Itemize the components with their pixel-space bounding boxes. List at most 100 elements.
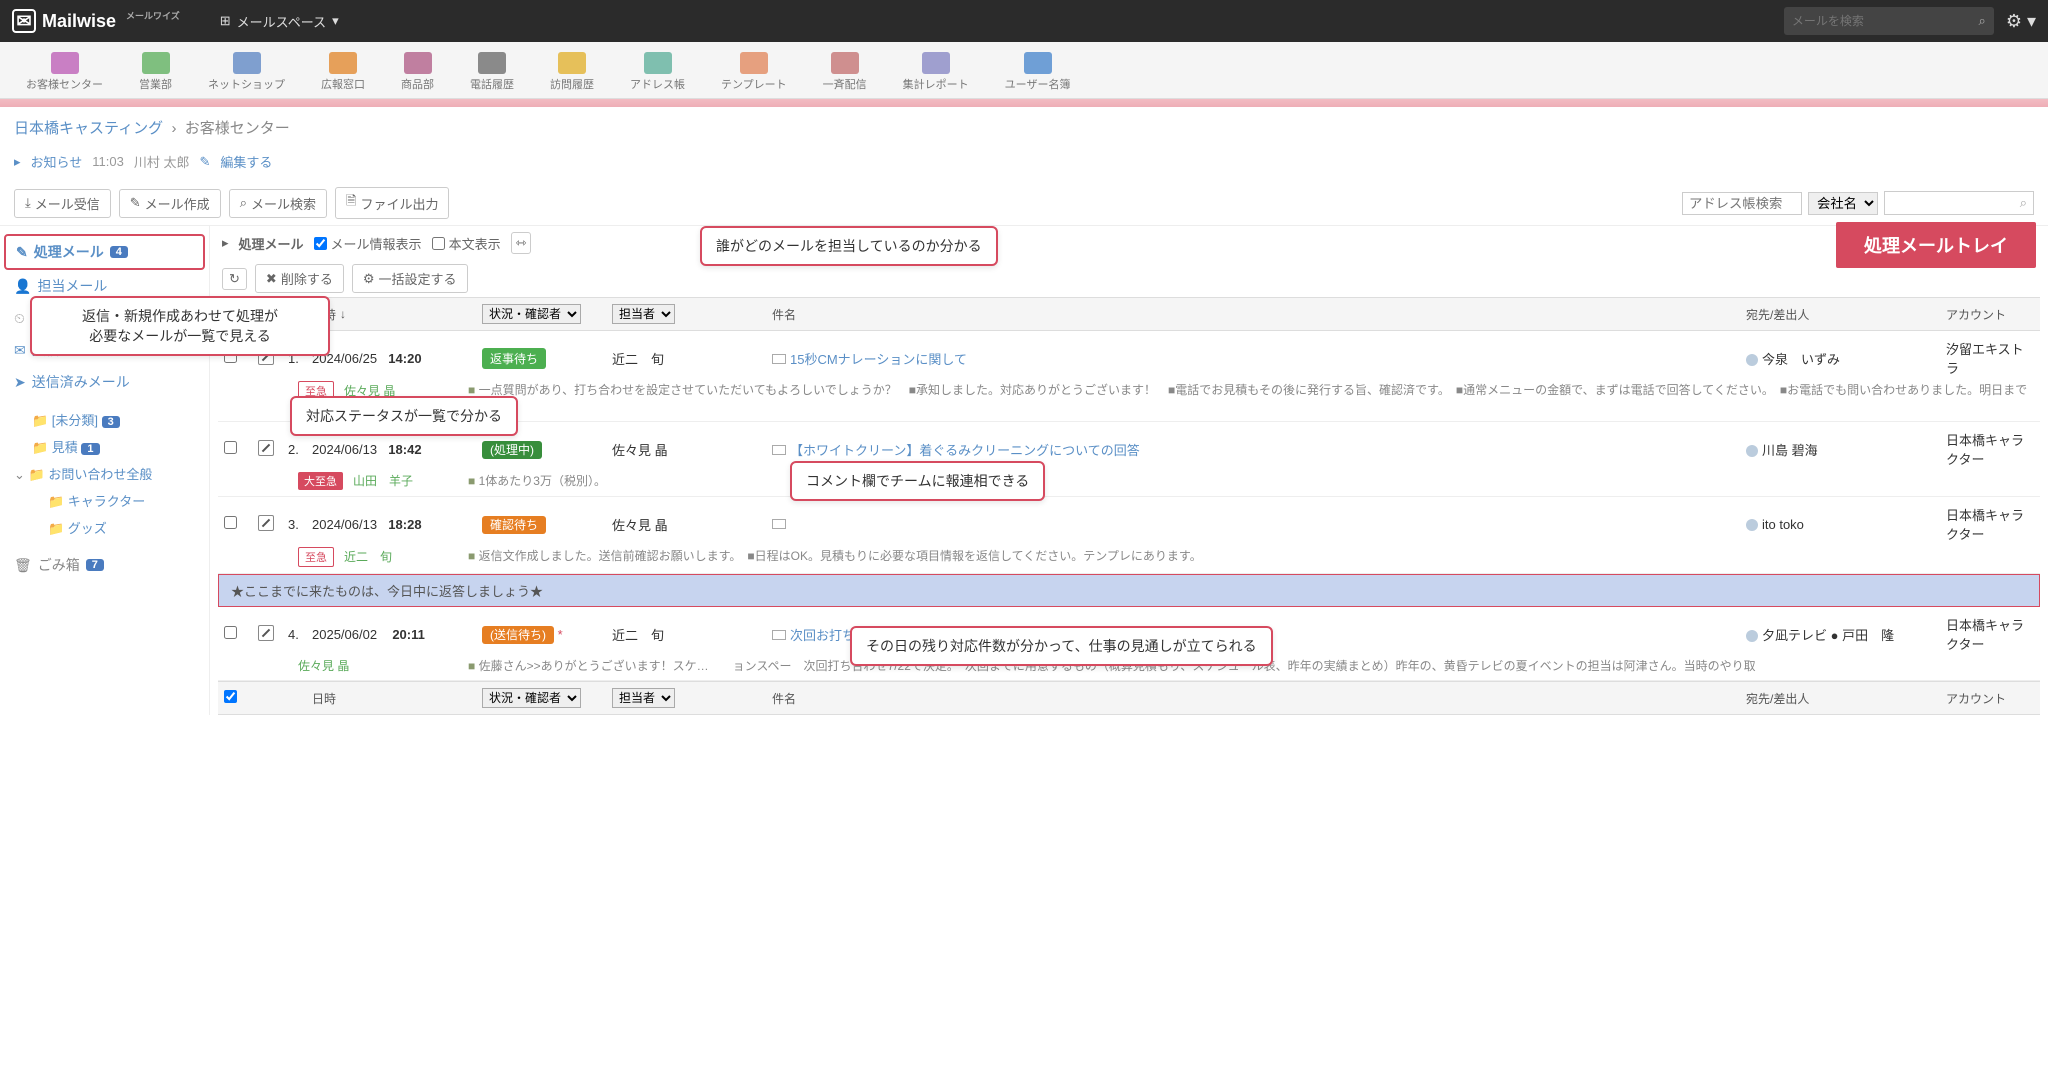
- status-select[interactable]: 状況・確認者: [482, 304, 581, 324]
- col-sender[interactable]: 宛先/差出人: [1740, 304, 1940, 325]
- appnav-item[interactable]: テンプレート: [703, 46, 805, 98]
- assignee-select[interactable]: 担当者: [612, 304, 675, 324]
- callout-2: 対応ステータスが一覧で分かる: [290, 396, 518, 436]
- appnav-item[interactable]: 商品部: [383, 46, 452, 98]
- settings-gear-icon[interactable]: ⚙ ▾: [2006, 11, 2036, 32]
- search-button[interactable]: ⌕ メール検索: [229, 189, 327, 218]
- receive-button[interactable]: ⤓ メール受信: [14, 189, 111, 218]
- product-logo: ✉ Mailwise メールワイズ: [12, 9, 180, 33]
- edit-icon[interactable]: [258, 625, 274, 641]
- separator-row: ★ここまでに来たものは、今日中に返答しましょう★: [218, 574, 2040, 607]
- appnav-item[interactable]: ユーザー名簿: [987, 46, 1089, 98]
- status-tag: 返事待ち: [482, 348, 546, 369]
- user-icon: [1746, 445, 1758, 457]
- logo-icon: ✉: [12, 9, 36, 33]
- urgent-tag: 大至急: [298, 472, 343, 490]
- row-check[interactable]: [224, 626, 237, 639]
- appnav-icon: [831, 52, 859, 74]
- compose-button[interactable]: ✎ メール作成: [119, 189, 221, 218]
- appnav-icon: [558, 52, 586, 74]
- bulk-button[interactable]: ⚙ 一括設定する: [352, 264, 468, 293]
- appnav-label: 一斉配信: [823, 76, 867, 92]
- app-nav: お客様センター営業部ネットショップ広報窓口商品部電話履歴訪問履歴 アドレス帳テンプ…: [0, 42, 2048, 99]
- row-comments: ■ 一点質問があり、打ち合わせを設定させていただいてもよろしいでしょうか？ ■承…: [468, 381, 2040, 415]
- search-icon: ⌕: [1979, 13, 1986, 29]
- appnav-label: テンプレート: [721, 76, 787, 92]
- appnav-label: 集計レポート: [903, 76, 969, 92]
- callout-title: 処理メールトレイ: [1836, 222, 2036, 268]
- breadcrumb: 日本橋キャスティング › お客様センター: [0, 107, 2048, 148]
- notice-label[interactable]: お知らせ: [31, 152, 83, 171]
- sidebar-folder[interactable]: ⌄ 📁 お問い合わせ全般: [4, 460, 205, 487]
- sidebar-sent[interactable]: ➤ 送信済みメール: [4, 366, 205, 398]
- col-account[interactable]: アカウント: [1940, 304, 2040, 325]
- appnav-item[interactable]: 一斉配信: [805, 46, 885, 98]
- product-sub: メールワイズ: [126, 9, 180, 22]
- appnav-label: 訪問履歴: [550, 76, 594, 92]
- sidebar-processing[interactable]: ✎ 処理メール 4: [4, 234, 205, 270]
- column-header: 日時 ↓ 状況・確認者 担当者 件名 宛先/差出人 アカウント: [218, 297, 2040, 331]
- sidebar-folder[interactable]: 📁 キャラクター: [4, 487, 205, 514]
- status-tag: (処理中): [482, 441, 542, 459]
- appnav-item[interactable]: お客様センター: [8, 46, 121, 98]
- sidebar-folder[interactable]: 📁 見積 1: [4, 433, 205, 460]
- subject-link[interactable]: 【ホワイトクリーン】着ぐるみクリーニングについての回答: [790, 443, 1140, 458]
- user-icon: [1746, 354, 1758, 366]
- mail-row[interactable]: 3.2024/06/13 18:28確認待ち佐々見 晶ito toko日本橋キャ…: [218, 497, 2040, 574]
- global-search[interactable]: ⌕: [1784, 7, 1994, 35]
- select-all-bottom[interactable]: [224, 690, 237, 703]
- edit-icon[interactable]: [258, 440, 274, 456]
- export-button[interactable]: 🗎 ファイル出力: [335, 187, 449, 219]
- sidebar-folder[interactable]: 📁 [未分類] 3: [4, 406, 205, 433]
- breadcrumb-section: お客様センター: [185, 120, 290, 137]
- search-icon: ⌕: [2020, 195, 2027, 211]
- refresh-icon[interactable]: ↻: [222, 268, 247, 290]
- status-tag: 確認待ち: [482, 516, 546, 534]
- mail-icon: [772, 354, 786, 364]
- mailspace-dropdown[interactable]: ⊞ メールスペース ▾: [220, 12, 339, 31]
- notice-row: ▸ お知らせ 11:03 川村 太郎 ✎ 編集する: [0, 148, 2048, 181]
- appnav-icon: [922, 52, 950, 74]
- action-row: ↻ ✖ 削除する ⚙ 一括設定する: [218, 260, 2040, 297]
- appnav-icon: [740, 52, 768, 74]
- expand-icon[interactable]: ⇿: [511, 232, 532, 254]
- row-check[interactable]: [224, 516, 237, 529]
- callout-4: コメント欄でチームに報連相できる: [790, 461, 1045, 501]
- appnav-icon: [329, 52, 357, 74]
- list-title: 処理メール: [239, 234, 304, 253]
- subject-link[interactable]: 15秒CMナレーションに関して: [790, 352, 967, 367]
- user-icon: [1746, 630, 1758, 642]
- search-input[interactable]: [1792, 14, 1979, 28]
- row-comments: ■ 1体あたり3万（税別）。: [468, 472, 2040, 489]
- appnav-item[interactable]: 営業部: [121, 46, 190, 98]
- mail-icon: [772, 630, 786, 640]
- addressbook-search[interactable]: [1682, 192, 1802, 215]
- sidebar-trash[interactable]: 🗑 ごみ箱 7: [4, 549, 205, 581]
- notice-edit[interactable]: 編集する: [220, 152, 272, 171]
- appnav-item[interactable]: アドレス帳: [612, 46, 703, 98]
- appnav-item[interactable]: 電話履歴: [452, 46, 532, 98]
- col-subject[interactable]: 件名: [766, 304, 1740, 325]
- appnav-item[interactable]: 広報窓口: [303, 46, 383, 98]
- appnav-label: ユーザー名簿: [1005, 76, 1071, 92]
- row-check[interactable]: [224, 441, 237, 454]
- appnav-icon: [644, 52, 672, 74]
- appnav-item[interactable]: 訪問履歴: [532, 46, 612, 98]
- list-header: ▸ 処理メール メール情報表示 本文表示 ⇿ ⏮ ◀ ▶: [218, 226, 2040, 260]
- appnav-item[interactable]: ネットショップ: [190, 46, 303, 98]
- appnav-item[interactable]: 集計レポート: [885, 46, 987, 98]
- delete-button[interactable]: ✖ 削除する: [255, 264, 344, 293]
- edit-icon[interactable]: [258, 515, 274, 531]
- breadcrumb-org[interactable]: 日本橋キャスティング: [14, 120, 163, 137]
- show-info-check[interactable]: メール情報表示: [314, 234, 422, 253]
- sort-icon[interactable]: ↓: [340, 307, 346, 321]
- sidebar-folder[interactable]: 📁 グッズ: [4, 514, 205, 541]
- company-select[interactable]: 会社名: [1808, 192, 1878, 215]
- show-body-check[interactable]: 本文表示: [432, 234, 501, 253]
- free-search[interactable]: ⌕: [1884, 191, 2034, 215]
- appnav-icon: [233, 52, 261, 74]
- column-header-bottom: 日時 状況・確認者 担当者 件名 宛先/差出人 アカウント: [218, 681, 2040, 715]
- mailspace-label: メールスペース: [237, 12, 326, 31]
- appnav-icon: [404, 52, 432, 74]
- status-tag: (送信待ち): [482, 626, 554, 644]
